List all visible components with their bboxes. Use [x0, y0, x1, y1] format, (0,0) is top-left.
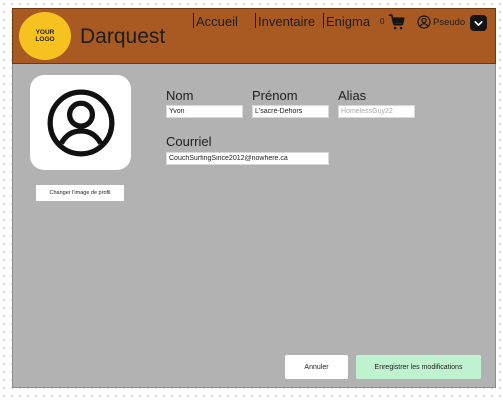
- courriel-label: Courriel: [166, 134, 212, 149]
- cancel-button[interactable]: Annuler: [285, 355, 348, 379]
- logo-line-1: YOUR: [35, 28, 55, 36]
- nav-label: Accueil: [196, 14, 238, 29]
- courriel-field[interactable]: [166, 152, 329, 165]
- prenom-label: Prénom: [252, 88, 298, 103]
- logo[interactable]: YOUR LOGO: [19, 12, 71, 60]
- user-circle-icon[interactable]: [417, 15, 431, 29]
- nav-link-accueil[interactable]: Accueil: [193, 13, 238, 29]
- change-profile-image-button[interactable]: Changer l'image de profil: [36, 185, 124, 201]
- nav-link-inventaire[interactable]: Inventaire: [255, 13, 315, 29]
- cart-count: 0: [380, 17, 385, 26]
- nav-divider: [255, 13, 256, 28]
- alias-label: Alias: [338, 88, 367, 103]
- user-menu-dropdown-button[interactable]: [470, 15, 487, 31]
- nom-label: Nom: [166, 88, 194, 103]
- logo-line-2: LOGO: [35, 36, 55, 43]
- nav-label: Enigma: [326, 14, 371, 29]
- nav-divider: [193, 13, 194, 28]
- profile-avatar: [30, 75, 131, 170]
- prenom-field[interactable]: [252, 105, 329, 118]
- nav-divider: [323, 13, 324, 28]
- brand-name: Darquest: [80, 25, 166, 48]
- chevron-down-icon: [473, 18, 484, 29]
- shopping-cart-icon[interactable]: [388, 13, 406, 31]
- nav-label: Inventaire: [258, 14, 316, 29]
- alias-field[interactable]: [338, 105, 415, 118]
- username-label[interactable]: Pseudo: [433, 17, 465, 28]
- nav-link-enigma[interactable]: Enigma: [323, 13, 370, 29]
- nom-field[interactable]: [166, 105, 243, 118]
- user-circle-icon: [44, 86, 118, 160]
- save-changes-button[interactable]: Enregistrer les modifications: [356, 355, 481, 379]
